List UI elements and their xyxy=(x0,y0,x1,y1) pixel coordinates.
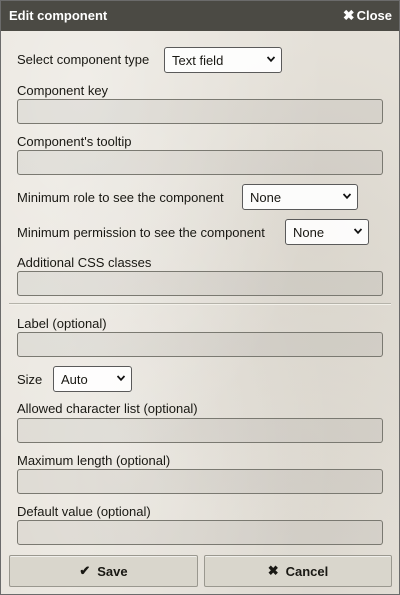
default-value-input[interactable] xyxy=(17,520,383,545)
css-classes-input[interactable] xyxy=(17,271,383,296)
chevron-down-icon xyxy=(343,193,351,200)
min-permission-value: None xyxy=(293,225,325,240)
min-permission-select[interactable]: None xyxy=(285,219,369,245)
component-type-value: Text field xyxy=(172,53,224,68)
min-permission-label: Minimum permission to see the component xyxy=(17,225,265,240)
min-role-value: None xyxy=(250,190,282,205)
tooltip-label: Component's tooltip xyxy=(17,134,132,149)
size-value: Auto xyxy=(61,372,88,387)
component-key-input[interactable] xyxy=(17,99,383,124)
save-label: Save xyxy=(97,563,128,579)
allowed-chars-input[interactable] xyxy=(17,418,383,443)
allowed-chars-label: Allowed character list (optional) xyxy=(17,401,198,416)
component-type-select[interactable]: Text field xyxy=(164,47,282,73)
close-label: Close xyxy=(356,8,392,23)
chevron-down-icon xyxy=(267,56,275,63)
x-icon: ✖ xyxy=(267,563,279,578)
section-divider xyxy=(9,303,391,305)
cancel-button[interactable]: ✖ Cancel xyxy=(204,555,392,587)
dialog-title: Edit component xyxy=(9,8,108,23)
title-bar[interactable]: Edit component ✖ Close xyxy=(1,1,399,31)
max-length-label: Maximum length (optional) xyxy=(17,453,171,468)
chevron-down-icon xyxy=(354,228,362,235)
min-role-label: Minimum role to see the component xyxy=(17,190,224,205)
size-select[interactable]: Auto xyxy=(53,366,132,392)
max-length-input[interactable] xyxy=(17,469,383,494)
chevron-down-icon xyxy=(117,375,125,382)
close-icon: ✖ xyxy=(342,7,355,23)
label-input[interactable] xyxy=(17,332,383,357)
label-field-label: Label (optional) xyxy=(17,316,107,331)
check-icon: ✔ xyxy=(79,563,91,578)
tooltip-input[interactable] xyxy=(17,150,383,175)
component-type-label: Select component type xyxy=(17,52,150,67)
cancel-label: Cancel xyxy=(285,563,329,579)
component-key-label: Component key xyxy=(17,83,109,98)
close-button[interactable]: ✖ Close xyxy=(343,8,392,23)
size-label: Size xyxy=(17,372,43,387)
css-classes-label: Additional CSS classes xyxy=(17,255,152,270)
edit-component-dialog: Edit component ✖ Close Select component … xyxy=(0,0,400,595)
save-button[interactable]: ✔ Save xyxy=(9,555,198,587)
default-value-label: Default value (optional) xyxy=(17,504,151,519)
min-role-select[interactable]: None xyxy=(242,184,358,210)
